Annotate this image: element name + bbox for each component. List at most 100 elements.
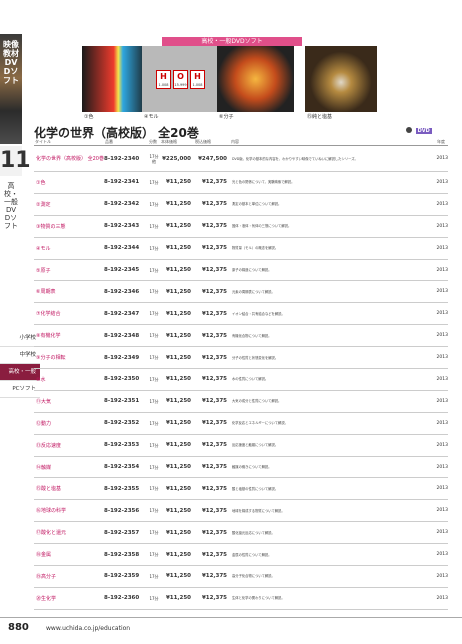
minutes-cell: 17分 bbox=[148, 390, 160, 413]
price-cell: ¥11,250 bbox=[160, 171, 194, 194]
description-cell: 物質量（モル）の概念を解説。 bbox=[230, 237, 436, 260]
tax-price-cell: ¥12,375 bbox=[194, 368, 230, 391]
table-row: ⑩水 8-192-2350 17分 ¥11,250 ¥12,375 水の性質について解説。… bbox=[34, 368, 448, 391]
photo-caption: ⑥分子 bbox=[219, 114, 234, 120]
tax-price-cell: ¥12,375 bbox=[194, 259, 230, 282]
year-cell: 2013 bbox=[436, 171, 448, 194]
photo-caption: ①色 bbox=[84, 114, 94, 120]
year-cell: 2013 bbox=[436, 434, 448, 457]
section-number: 11 bbox=[0, 146, 31, 176]
year-cell: 2013 bbox=[436, 237, 448, 260]
tax-price-cell: ¥12,375 bbox=[194, 587, 230, 610]
year-cell: 2013 bbox=[436, 215, 448, 238]
title-cell: ④モル bbox=[34, 237, 104, 260]
table-row: ⑭触媒 8-192-2354 17分 ¥11,250 ¥12,375 触媒の働きについて解… bbox=[34, 456, 448, 479]
table-row: ⑧有機化学 8-192-2348 17分 ¥11,250 ¥12,375 有機化合物につい… bbox=[34, 324, 448, 348]
table-row: ①色 8-192-2341 17分 ¥11,250 ¥12,375 光と色の関係について、… bbox=[34, 171, 448, 194]
year-cell: 2013 bbox=[436, 280, 448, 304]
tax-price-cell: ¥12,375 bbox=[194, 434, 230, 457]
year-cell: 2013 bbox=[436, 477, 448, 501]
year-cell: 2013 bbox=[436, 412, 448, 435]
price-cell: ¥11,250 bbox=[160, 565, 194, 588]
title-cell: ⑥周期表 bbox=[34, 280, 104, 304]
title-cell: ⑳生化学 bbox=[34, 587, 104, 610]
description-cell: イオン結合・共有結合などを解説。 bbox=[230, 302, 436, 326]
table-row: ⑱金属 8-192-2358 17分 ¥11,250 ¥12,375 金属の性質について解… bbox=[34, 543, 448, 567]
element-mass: 1.008 bbox=[158, 83, 169, 87]
description-cell: 水の性質について解説。 bbox=[230, 368, 436, 391]
price-cell: ¥225,000 bbox=[160, 145, 194, 172]
code-cell: 8-192-2356 bbox=[104, 499, 148, 523]
element-card: H 1.008 bbox=[190, 70, 205, 89]
table-row: ②測定 8-192-2342 17分 ¥11,250 ¥12,375 測定の基本と単位につ… bbox=[34, 193, 448, 216]
title-cell: ①色 bbox=[34, 171, 104, 194]
dvd-badge: DVD bbox=[406, 127, 432, 134]
header-bar: 高校・一般DVDソフト bbox=[162, 37, 302, 46]
code-cell: 8-192-2346 bbox=[104, 280, 148, 304]
description-cell: 固体・液体・気体の三態について解説。 bbox=[230, 215, 436, 238]
title-cell: ⑪大気 bbox=[34, 390, 104, 413]
description-cell: 大気の成分と性質について解説。 bbox=[230, 390, 436, 413]
code-cell: 8-192-2351 bbox=[104, 390, 148, 413]
minutes-cell: 17分 bbox=[148, 280, 160, 304]
description-cell: 分子の性質と状態変化を解説。 bbox=[230, 346, 436, 370]
table-row: ⑨分子の相転 8-192-2349 17分 ¥11,250 ¥12,375 分子の性質と状… bbox=[34, 346, 448, 370]
year-cell: 2013 bbox=[436, 368, 448, 391]
table-row: ④モル 8-192-2344 17分 ¥11,250 ¥12,375 物質量（モル）の概念… bbox=[34, 237, 448, 260]
year-cell: 2013 bbox=[436, 259, 448, 282]
year-cell: 2013 bbox=[436, 193, 448, 216]
tax-price-cell: ¥12,375 bbox=[194, 390, 230, 413]
page-number: 880 bbox=[8, 622, 29, 633]
minutes-cell: 17分 bbox=[148, 368, 160, 391]
code-cell: 8-192-2353 bbox=[104, 434, 148, 457]
price-cell: ¥11,250 bbox=[160, 434, 194, 457]
description-cell: DVD版。化学の基本的な内容を、わかりやすい映像でていねいに解説したシリーズ。 bbox=[230, 145, 436, 172]
tax-price-cell: ¥12,375 bbox=[194, 346, 230, 370]
tax-price-cell: ¥12,375 bbox=[194, 412, 230, 435]
description-cell: 酸と塩基の性質について解説。 bbox=[230, 477, 436, 501]
description-cell: 有機化合物について解説。 bbox=[230, 324, 436, 348]
title-cell: ③物質の三態 bbox=[34, 215, 104, 238]
element-symbol: H bbox=[194, 72, 201, 81]
code-cell: 8-192-2344 bbox=[104, 237, 148, 260]
code-cell: 8-192-2348 bbox=[104, 324, 148, 348]
tax-price-cell: ¥12,375 bbox=[194, 324, 230, 348]
description-cell: 高分子化合物について解説。 bbox=[230, 565, 436, 588]
price-cell: ¥11,250 bbox=[160, 477, 194, 501]
table-row: ⑫動力 8-192-2352 17分 ¥11,250 ¥12,375 化学反応とエネルギー… bbox=[34, 412, 448, 435]
minutes-cell: 17分 bbox=[148, 237, 160, 260]
code-cell: 8-192-2355 bbox=[104, 477, 148, 501]
title-cell: ⑬反応速度 bbox=[34, 434, 104, 457]
element-mass: 15.999 bbox=[174, 83, 187, 87]
molecule-photo bbox=[217, 46, 294, 112]
description-cell: 酸化還元反応について解説。 bbox=[230, 521, 436, 545]
tax-price-cell: ¥12,375 bbox=[194, 280, 230, 304]
description-cell: 地球を構成する物質について解説。 bbox=[230, 499, 436, 523]
title-cell: ⑱金属 bbox=[34, 543, 104, 567]
table-row: ⑥周期表 8-192-2346 17分 ¥11,250 ¥12,375 元素の周期表につい… bbox=[34, 280, 448, 304]
minutes-cell: 17分 bbox=[148, 215, 160, 238]
minutes-cell: 17分 bbox=[148, 324, 160, 348]
title-cell: ⑩水 bbox=[34, 368, 104, 391]
table-row: ⑪大気 8-192-2351 17分 ¥11,250 ¥12,375 大気の成分と性質につ… bbox=[34, 390, 448, 413]
footer-url[interactable]: www.uchida.co.jp/education bbox=[46, 625, 130, 632]
year-cell: 2013 bbox=[436, 302, 448, 326]
year-cell: 2013 bbox=[436, 521, 448, 545]
price-cell: ¥11,250 bbox=[160, 280, 194, 304]
tax-price-cell: ¥12,375 bbox=[194, 477, 230, 501]
year-cell: 2013 bbox=[436, 324, 448, 348]
description-cell: 生体と化学の関わりについて解説。 bbox=[230, 587, 436, 610]
tax-price-cell: ¥12,375 bbox=[194, 302, 230, 326]
minutes-cell: 17分 bbox=[148, 346, 160, 370]
price-cell: ¥11,250 bbox=[160, 346, 194, 370]
price-cell: ¥11,250 bbox=[160, 521, 194, 545]
side-index: 映像教材 DVDソフト 11 高校・一般DVDソフト bbox=[0, 0, 31, 644]
code-cell: 8-192-2358 bbox=[104, 543, 148, 567]
minutes-cell: 17分 bbox=[148, 412, 160, 435]
price-cell: ¥11,250 bbox=[160, 543, 194, 567]
year-cell: 2013 bbox=[436, 346, 448, 370]
element-symbol: O bbox=[177, 72, 184, 81]
tax-price-cell: ¥12,375 bbox=[194, 237, 230, 260]
description-cell: 金属の性質について解説。 bbox=[230, 543, 436, 567]
minutes-cell: 17分 bbox=[148, 565, 160, 588]
